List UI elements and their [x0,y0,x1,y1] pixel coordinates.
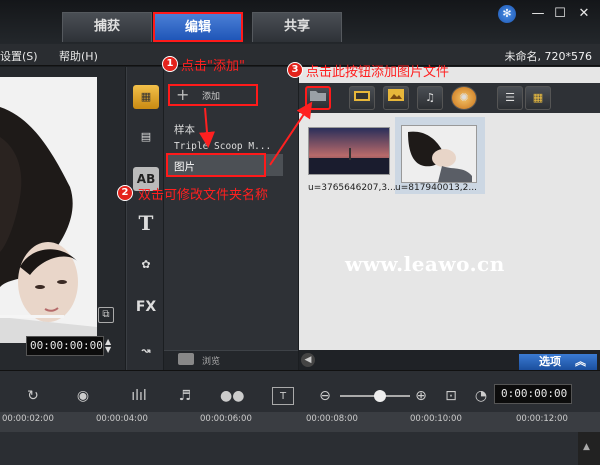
annotation-step3-text: 点击此按钮添加图片文件 [306,65,450,80]
annotation-step3-number: 3 [287,62,303,78]
watermark: www.leawo.cn [345,252,505,276]
annotation-step2-number: 2 [117,185,133,201]
annotation-step1-number: 1 [162,56,178,72]
annotation-step2-text: 双击可修改文件夹名称 [138,188,269,203]
annotation-step1-text: 点击"添加" [181,59,245,74]
